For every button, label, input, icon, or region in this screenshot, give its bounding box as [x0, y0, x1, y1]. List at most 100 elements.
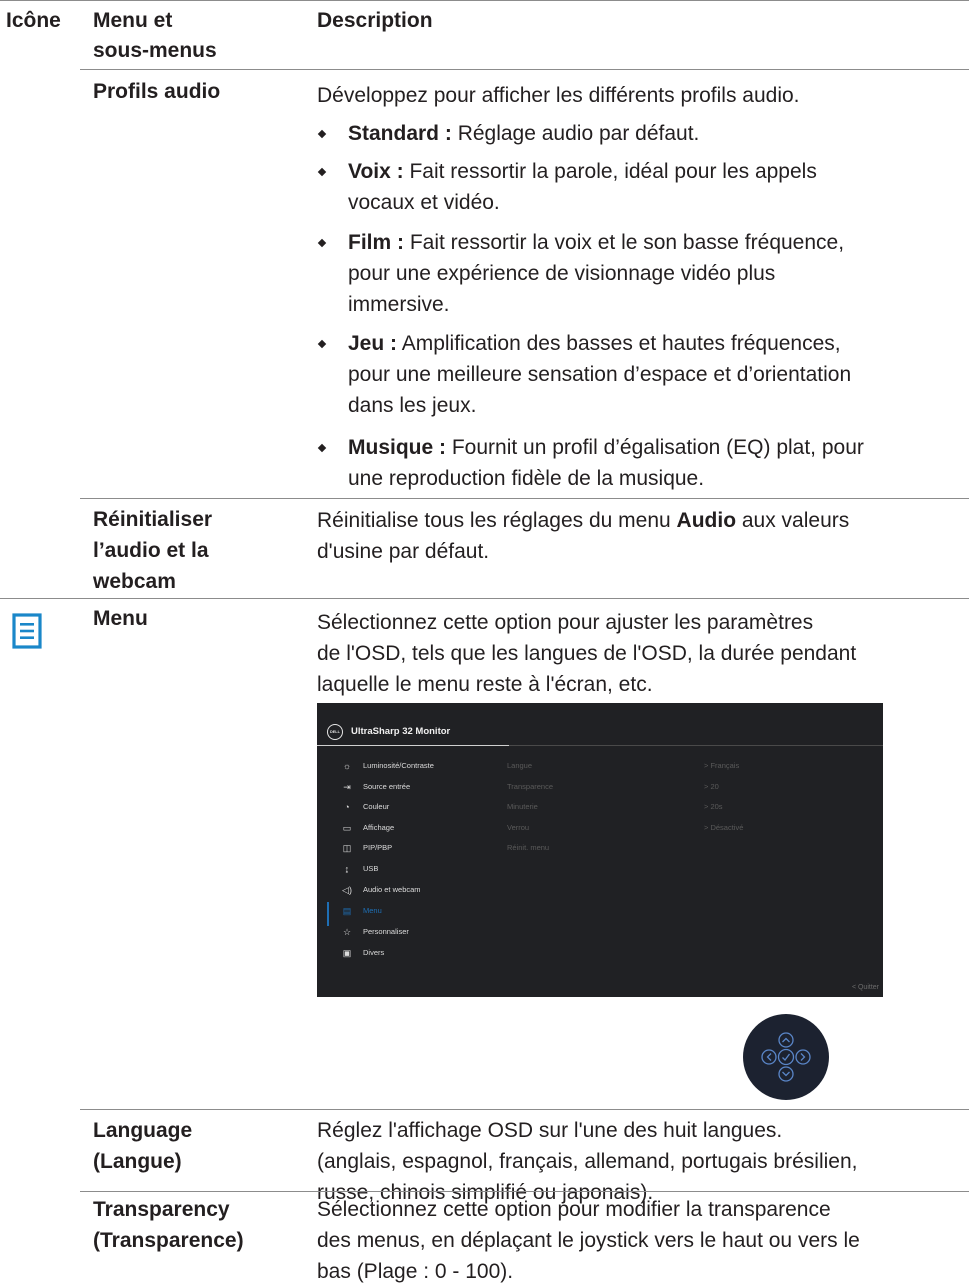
audio-profiles-name: Profils audio: [93, 80, 221, 103]
reset-name-line: webcam: [93, 570, 176, 593]
bullet-line: vocaux et vidéo.: [348, 191, 500, 214]
transparency-name: Transparency (Transparence): [93, 1194, 244, 1256]
input-source-icon: ⇥: [343, 782, 351, 792]
row-rule: [80, 1109, 969, 1110]
osd-option-transparency[interactable]: Transparence: [507, 780, 553, 794]
osd-option-reset-menu[interactable]: Réinit. menu: [507, 841, 549, 855]
transparency-desc-line: bas (Plage : 0 - 100).: [317, 1260, 514, 1283]
osd-value-language: > Français: [704, 761, 740, 770]
usb-icon: ↨: [344, 864, 350, 874]
bullet-line: immersive.: [348, 293, 450, 316]
transparency-desc-line: des menus, en déplaçant le joystick vers…: [317, 1229, 860, 1252]
bullet-text: Voix : Fait ressortir la parole, idéal p…: [348, 156, 962, 218]
reset-desc-bold: Audio: [676, 509, 737, 532]
bullet-text: Standard : Réglage audio par défaut.: [348, 118, 962, 149]
menu-icon: ▤: [342, 906, 352, 916]
transparency-desc-line: Sélectionnez cette option pour modifier …: [317, 1198, 831, 1221]
section-rule: [0, 598, 969, 599]
osd-item-label: Audio et webcam: [363, 885, 421, 894]
osd-value-lock: > Désactivé: [704, 823, 744, 832]
dell-logo: DELL: [327, 724, 343, 740]
osd-option-lock[interactable]: Verrou: [507, 821, 529, 835]
bullet-line: Fait ressortir la parole, idéal pour les…: [409, 160, 817, 183]
osd-option-timer[interactable]: Minuterie: [507, 800, 538, 814]
bullet-line: pour une expérience de visionnage vidéo …: [348, 262, 776, 285]
menu-description: Sélectionnez cette option pour ajuster l…: [317, 607, 962, 700]
osd-item-label: Affichage: [363, 823, 395, 832]
brightness-icon: ☼: [342, 761, 352, 771]
language-name-line: Language: [93, 1119, 193, 1142]
header-menu-line2: sous-menus: [93, 39, 217, 62]
transparency-description: Sélectionnez cette option pour modifier …: [317, 1194, 962, 1287]
transparency-name-line: (Transparence): [93, 1229, 244, 1252]
reset-desc-before: Réinitialise tous les réglages du menu: [317, 509, 677, 532]
bullet-diamond: [317, 167, 327, 177]
bullet-line: une reproduction fidèle de la musique.: [348, 467, 705, 490]
osd-option-language[interactable]: Langue: [507, 759, 532, 773]
bullet-standard: Standard : Réglage audio par défaut.: [317, 118, 962, 149]
osd-selection-bar: [327, 902, 329, 926]
bullet-diamond: [317, 238, 327, 248]
table-top-rule: [0, 0, 969, 1]
bullet-line: Amplification des basses et hautes fréqu…: [401, 332, 841, 355]
bullet-term: Musique :: [348, 436, 446, 459]
bullet-term: Jeu :: [348, 332, 398, 355]
header-menu-line1: Menu et: [93, 9, 173, 32]
bullet-line: Fournit un profil d’égalisation (EQ) pla…: [451, 436, 864, 459]
bullet-diamond: [317, 339, 327, 349]
joystick-icon: [743, 1014, 829, 1100]
color-palette-icon: ◔: [344, 802, 350, 812]
bullet-text: Jeu : Amplification des basses et hautes…: [348, 328, 962, 421]
osd-item-label: Source entrée: [363, 782, 411, 791]
bullet-text: Film : Fait ressortir la voix et le son …: [348, 227, 962, 320]
audio-profiles-intro: Développez pour afficher les différents …: [317, 84, 800, 107]
reset-desc-after: aux valeurs: [736, 509, 850, 532]
osd-quit-button[interactable]: < Quitter: [852, 984, 879, 991]
osd-item-label: Personnaliser: [363, 927, 409, 936]
header-menu: Menu et sous-menus: [93, 6, 217, 66]
osd-value-timer: > 20s: [704, 802, 723, 811]
osd-item-label: Divers: [363, 948, 385, 957]
menu-desc-line: Sélectionnez cette option pour ajuster l…: [317, 611, 814, 634]
reset-desc-line2: d'usine par défaut.: [317, 540, 490, 563]
header-icon: Icône: [6, 9, 61, 32]
bullet-film: Film : Fait ressortir la voix et le son …: [317, 227, 962, 320]
audio-icon: ◁): [342, 885, 352, 895]
row-rule: [80, 498, 969, 499]
osd-item-label: Couleur: [363, 802, 390, 811]
language-desc-line: Réglez l'affichage OSD sur l'une des hui…: [317, 1119, 783, 1142]
language-name: Language (Langue): [93, 1115, 192, 1177]
bullet-voix: Voix : Fait ressortir la parole, idéal p…: [317, 156, 962, 218]
osd-item-label: Luminosité/Contraste: [363, 761, 434, 770]
bullet-term: Film :: [348, 231, 404, 254]
header-rule: [80, 69, 969, 70]
bullet-jeu: Jeu : Amplification des basses et hautes…: [317, 328, 962, 421]
osd-item-label: Menu: [363, 906, 382, 915]
osd-title: UltraSharp 32 Monitor: [351, 726, 451, 737]
reset-audio-name: Réinitialiser l’audio et la webcam: [93, 504, 212, 597]
language-desc-line: (anglais, espagnol, français, allemand, …: [317, 1150, 858, 1173]
display-icon: ▭: [342, 823, 352, 833]
row-rule: [80, 1191, 969, 1192]
bullet-line: Fait ressortir la voix et le son basse f…: [409, 231, 845, 254]
osd-item-label: USB: [363, 864, 379, 873]
bullet-term: Standard :: [348, 122, 452, 145]
bullet-line: dans les jeux.: [348, 394, 477, 417]
osd-title-underline: [317, 745, 509, 746]
language-name-line: (Langue): [93, 1150, 182, 1173]
bullet-diamond: [317, 443, 327, 453]
reset-name-line: Réinitialiser: [93, 508, 213, 531]
bullet-term: Voix :: [348, 160, 404, 183]
bullet-line: pour une meilleure sensation d’espace et…: [348, 363, 852, 386]
menu-name: Menu: [93, 607, 148, 630]
bullet-diamond: [317, 129, 327, 139]
osd-title-divider: [509, 745, 883, 746]
menu-desc-line: de l'OSD, tels que les langues de l'OSD,…: [317, 642, 857, 665]
menu-list-icon: [12, 613, 42, 649]
bullet-line: Réglage audio par défaut.: [457, 122, 700, 145]
header-description: Description: [317, 9, 433, 32]
osd-screen: DELL UltraSharp 32 Monitor ☼ Luminosité/C…: [317, 703, 883, 997]
bullet-text: Musique : Fournit un profil d’égalisatio…: [348, 432, 962, 494]
transparency-name-line: Transparency: [93, 1198, 230, 1221]
star-icon: ☆: [342, 927, 352, 937]
